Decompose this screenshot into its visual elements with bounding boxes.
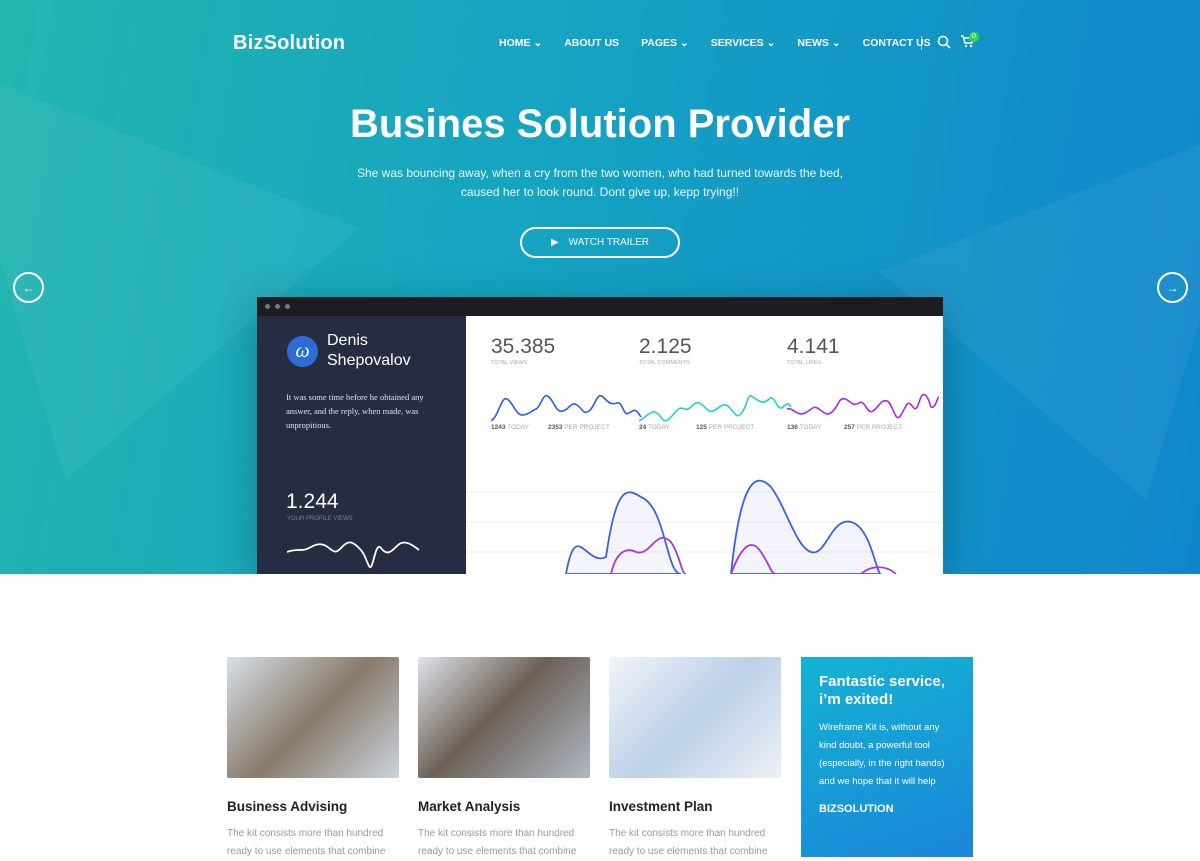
user-name: Denis Shepovalov (327, 332, 411, 369)
stat-sparkline (639, 395, 792, 422)
watch-trailer-button[interactable]: ▶ WATCH TRAILER (520, 227, 680, 258)
service-title: Business Advising (227, 799, 348, 814)
stat-value: 35.385 (491, 335, 556, 358)
stat-label: TOTAL VIEWS (491, 360, 528, 366)
service-image (609, 657, 781, 778)
service-description: The kit consists more than hundred ready… (227, 828, 386, 857)
hero-title: Busines Solution Provider (349, 102, 851, 146)
stat-label: TOTAL COMMENTS (639, 360, 690, 366)
stat-per-project: 2353 PER PROJECT (548, 424, 610, 431)
dashboard-mockup: ω Denis Shepovalov It was some time befo… (257, 297, 943, 574)
nav-pages[interactable]: PAGES ⌄ (641, 37, 689, 49)
stat-value: 4.141 (787, 335, 840, 358)
profile-views-value: 1.244 (286, 490, 339, 513)
cart-count-badge: 0 (969, 32, 979, 42)
stat-today: 1243 TODAY (491, 424, 529, 431)
nav-about[interactable]: ABOUT US (564, 37, 619, 49)
service-title: Market Analysis (418, 799, 521, 814)
stat-today: 24 TODAY (639, 424, 670, 431)
main-nav: HOME ⌄ ABOUT US PAGES ⌄ SERVICES ⌄ NEWS … (499, 37, 953, 49)
hero-subtitle: She was bouncing away, when a cry from t… (356, 166, 844, 199)
play-icon: ▶ (550, 237, 559, 248)
nav-divider (921, 36, 922, 50)
profile-views-label: YOUR PROFILE VIEWS (287, 516, 353, 522)
testimonial-author: BIZSOLUTION (819, 803, 894, 815)
testimonial-card: Fantastic service, i’m exited! Wireframe… (801, 657, 973, 857)
stat-value: 2.125 (639, 335, 692, 358)
window-titlebar (257, 297, 943, 316)
service-card[interactable]: Market Analysis The kit consists more th… (418, 657, 590, 861)
stat-today: 136 TODAY (787, 424, 822, 431)
arrow-left-icon: ← (22, 280, 35, 295)
hero-section: BizSolution HOME ⌄ ABOUT US PAGES ⌄ SERV… (0, 0, 1200, 574)
chart-series-blue (565, 479, 882, 574)
service-card[interactable]: Business Advising The kit consists more … (227, 657, 399, 861)
stat-label: TOTAL LIKES (787, 360, 822, 366)
profile-sparkline (287, 541, 420, 568)
main-chart (466, 479, 943, 574)
service-title: Investment Plan (609, 799, 713, 814)
stat-block: 4.141 TOTAL LIKES 136 TODAY 257 PER PROJ… (787, 335, 940, 431)
stat-sparkline (787, 393, 940, 419)
stat-per-project: 257 PER PROJECT (844, 424, 903, 431)
testimonial-text: Wireframe Kit is, without any kind doubt… (819, 722, 945, 787)
user-quote: It was some time before he obtained any … (286, 392, 424, 430)
profile-sidebar: ω Denis Shepovalov It was some time befo… (257, 316, 466, 574)
service-description: The kit consists more than hundred ready… (609, 828, 768, 857)
stat-block: 2.125 TOTAL COMMENTS 24 TODAY 125 PER PR… (639, 335, 792, 431)
logo[interactable]: BizSolution (233, 32, 345, 55)
prev-slide-button[interactable]: ← (13, 272, 44, 303)
service-description: The kit consists more than hundred ready… (418, 828, 577, 857)
stat-block: 35.385 TOTAL VIEWS 1243 TODAY 2353 PER P… (491, 335, 642, 431)
nav-services[interactable]: SERVICES ⌄ (711, 37, 776, 49)
service-image (227, 657, 399, 778)
stat-sparkline (491, 394, 642, 422)
nav-news[interactable]: NEWS ⌄ (797, 37, 840, 49)
service-image (418, 657, 590, 778)
testimonial-heading: Fantastic service, i’m exited! (819, 673, 945, 708)
nav-home[interactable]: HOME ⌄ (499, 37, 542, 49)
avatar: ω (287, 336, 318, 367)
arrow-right-icon: → (1166, 280, 1179, 295)
search-icon[interactable] (937, 35, 951, 49)
next-slide-button[interactable]: → (1157, 272, 1188, 303)
service-card[interactable]: Investment Plan The kit consists more th… (609, 657, 781, 861)
stat-per-project: 125 PER PROJECT (696, 424, 755, 431)
